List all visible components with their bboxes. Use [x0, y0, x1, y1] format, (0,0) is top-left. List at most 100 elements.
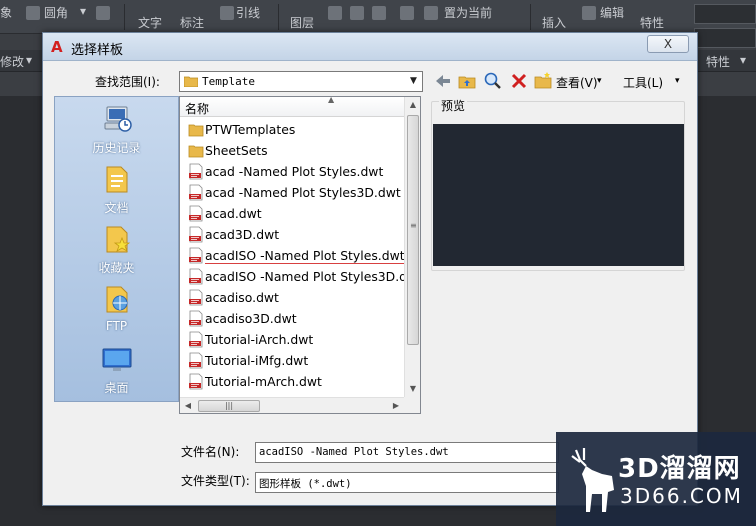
column-header-name[interactable]: 名称 ▲: [180, 97, 404, 117]
layer-tool-icon[interactable]: [372, 6, 386, 20]
dwt-file-icon: [189, 268, 203, 285]
place-ftp[interactable]: FTP: [55, 283, 178, 343]
ftp-folder-icon: [106, 286, 128, 313]
tool-icon[interactable]: [96, 6, 110, 20]
scroll-thumb[interactable]: |||: [198, 400, 260, 412]
vertical-scrollbar[interactable]: ▲ ≡ ▼: [404, 97, 420, 397]
chevron-down-icon[interactable]: ▼: [405, 72, 422, 91]
dwt-file-icon: [189, 310, 203, 327]
file-list-item[interactable]: Tutorial-iArch.dwt: [184, 329, 404, 350]
ribbon-item-dimension[interactable]: 标注: [180, 14, 204, 31]
up-folder-icon[interactable]: [457, 71, 477, 91]
fillet-icon[interactable]: [26, 6, 40, 20]
file-list-item[interactable]: acad -Named Plot Styles3D.dwt: [184, 182, 404, 203]
layer-tool-icon[interactable]: [350, 6, 364, 20]
file-name: SheetSets: [205, 143, 268, 158]
file-type-dropdown[interactable]: 图形样板 (*.dwt): [255, 472, 559, 493]
ribbon-panel-properties[interactable]: 特性: [706, 53, 730, 70]
dwt-file-icon: [189, 331, 203, 348]
ribbon-item-fillet[interactable]: 圆角: [44, 4, 68, 21]
ribbon-item-text[interactable]: 文字: [138, 14, 162, 31]
views-menu[interactable]: 查看(V): [556, 74, 598, 91]
place-label: 收藏夹: [98, 261, 135, 275]
dwt-file-icon: [189, 352, 203, 369]
place-documents[interactable]: 文档: [55, 163, 178, 223]
folder-icon: [188, 124, 204, 137]
dialog-titlebar[interactable]: A 选择样板 X: [43, 33, 697, 61]
file-name: acadiso3D.dwt: [205, 311, 297, 326]
scroll-thumb[interactable]: ≡: [407, 115, 419, 345]
place-desktop[interactable]: 桌面: [55, 343, 178, 403]
search-web-icon[interactable]: [483, 71, 503, 91]
file-name: acadISO -Named Plot Styles3D.dwt: [205, 269, 421, 284]
file-name-label: 文件名(N):: [181, 445, 240, 459]
scroll-down-icon[interactable]: ▼: [405, 381, 420, 397]
file-type-value: 图形样板 (*.dwt): [259, 478, 352, 490]
delete-icon[interactable]: [509, 71, 529, 91]
file-list-item[interactable]: Tutorial-iMfg.dwt: [184, 350, 404, 371]
dwt-file-icon: [189, 205, 203, 222]
ribbon-item-layer[interactable]: 图层: [290, 14, 314, 31]
file-list-item[interactable]: SheetSets: [184, 140, 404, 161]
back-arrow-icon[interactable]: [433, 71, 453, 91]
ribbon-input[interactable]: [694, 28, 756, 48]
new-folder-icon[interactable]: [533, 71, 553, 91]
scroll-up-icon[interactable]: ▲: [405, 97, 420, 113]
place-favorites[interactable]: 收藏夹: [55, 223, 178, 283]
column-header-label: 名称: [185, 102, 210, 116]
folder-icon: [184, 76, 198, 87]
file-list-item[interactable]: acad -Named Plot Styles.dwt: [184, 161, 404, 182]
make-current-icon[interactable]: [424, 6, 438, 20]
file-list-item[interactable]: acadISO -Named Plot Styles3D.dwt: [184, 266, 420, 287]
file-name: acad -Named Plot Styles.dwt: [205, 164, 384, 179]
look-in-value: Template: [202, 75, 255, 88]
leader-icon[interactable]: [220, 6, 234, 20]
file-list-item[interactable]: acadiso.dwt: [184, 287, 404, 308]
chevron-down-icon[interactable]: ▾: [26, 53, 32, 67]
chevron-down-icon[interactable]: ▾: [597, 76, 602, 86]
look-in-label: 查找范围(I):: [95, 75, 160, 89]
ribbon-item-properties[interactable]: 特性: [640, 14, 664, 31]
file-list-item[interactable]: PTWTemplates: [184, 119, 404, 140]
file-list-item[interactable]: Tutorial-mArch.dwt: [184, 371, 404, 392]
file-list-item[interactable]: acad.dwt: [184, 203, 404, 224]
scroll-right-icon[interactable]: ▶: [388, 398, 404, 413]
scrollbar-corner: [404, 397, 420, 413]
file-list-item[interactable]: acadiso3D.dwt: [184, 308, 404, 329]
ribbon-item-edit[interactable]: 编辑: [600, 4, 624, 21]
grip-icon: ≡: [410, 221, 417, 230]
ribbon-item-make-current[interactable]: 置为当前: [444, 4, 492, 21]
edit-icon[interactable]: [582, 6, 596, 20]
site-watermark: 3D溜溜网 3D66.COM: [556, 432, 756, 526]
ribbon-item-insert[interactable]: 插入: [542, 14, 566, 31]
scroll-left-icon[interactable]: ◀: [180, 398, 196, 413]
file-list-item[interactable]: acad3D.dwt: [184, 224, 404, 245]
place-label: 桌面: [104, 381, 129, 395]
ribbon-input[interactable]: [694, 4, 756, 24]
close-button[interactable]: X: [647, 35, 689, 53]
ribbon-panel-modify[interactable]: 修改: [0, 53, 24, 70]
chevron-down-icon[interactable]: ▾: [675, 76, 680, 86]
file-list-item[interactable]: acadISO -Named Plot Styles.dwt: [184, 245, 405, 266]
tools-menu[interactable]: 工具(L): [623, 74, 663, 91]
file-name: Tutorial-mArch.dwt: [205, 374, 322, 389]
dwt-file-icon: [189, 184, 203, 201]
horizontal-scrollbar[interactable]: ◀ ||| ▶: [180, 397, 404, 413]
look-in-dropdown[interactable]: Template ▼: [179, 71, 423, 92]
chevron-down-icon[interactable]: ▾: [80, 4, 86, 18]
layer-tool-icon[interactable]: [328, 6, 342, 20]
file-name: acad3D.dwt: [205, 227, 280, 242]
ribbon-item-leader[interactable]: 引线: [236, 4, 260, 21]
place-history[interactable]: 历史记录: [55, 103, 178, 163]
chevron-down-icon[interactable]: ▾: [740, 53, 746, 67]
ribbon-item-xiang[interactable]: 象: [0, 4, 12, 21]
documents-folder-icon: [106, 166, 128, 193]
desktop-icon: [102, 348, 132, 371]
dwt-file-icon: [189, 247, 203, 264]
history-icon: [104, 106, 132, 132]
file-list[interactable]: 名称 ▲ PTWTemplates SheetSets acad -Named Pl…: [179, 96, 421, 414]
places-bar: 历史记录 文档 收藏夹 FTP 桌面: [54, 96, 179, 402]
watermark-title: 3D溜溜网: [618, 454, 741, 484]
layer-tool-icon[interactable]: [400, 6, 414, 20]
file-name-input[interactable]: acadISO -Named Plot Styles.dwt: [255, 442, 559, 463]
